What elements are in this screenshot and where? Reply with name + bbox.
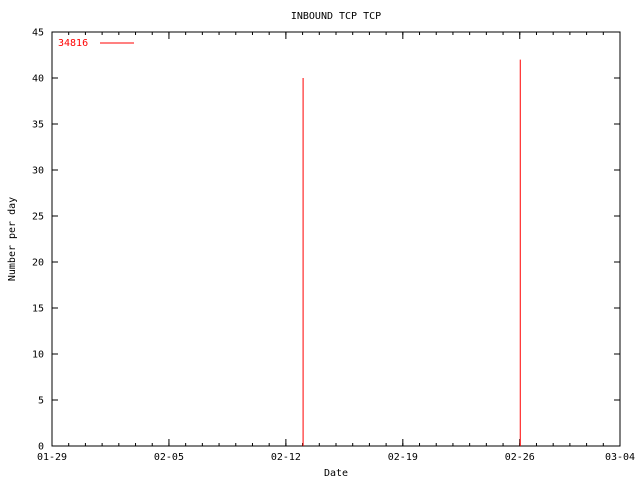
y-tick-label: 25 — [32, 212, 44, 223]
chart: INBOUND TCP TCP 01-29 02-05 02-12 02-19 02-2… — [7, 11, 635, 479]
chart-title: INBOUND TCP TCP — [291, 11, 381, 22]
y-tick-label: 10 — [32, 350, 44, 361]
y-tick-label: 35 — [32, 120, 44, 131]
x-minor-ticks — [51, 32, 621, 446]
legend-label: 34816 — [58, 38, 88, 49]
y-tick-label: 15 — [32, 304, 44, 315]
x-tick-label: 02-05 — [154, 452, 184, 463]
x-tick-label: 02-26 — [505, 452, 535, 463]
y-tick-label: 5 — [38, 396, 44, 407]
y-tick-label: 0 — [38, 442, 44, 453]
x-tick-label: 03-04 — [605, 452, 635, 463]
y-tick-label: 30 — [32, 166, 44, 177]
y-tick-label: 40 — [32, 74, 44, 85]
x-tick-label: 02-12 — [271, 452, 301, 463]
x-axis: 01-29 02-05 02-12 02-19 02-26 03-04 — [37, 32, 635, 463]
x-tick-label: 02-19 — [388, 452, 418, 463]
y-tick-label: 45 — [32, 28, 44, 39]
data-series — [302, 59, 521, 446]
x-tick-label: 01-29 — [37, 452, 67, 463]
legend: 34816 — [58, 38, 134, 49]
y-axis-label: Number per day — [7, 197, 18, 281]
x-axis-label: Date — [324, 468, 348, 479]
plot-frame — [51, 31, 621, 447]
y-axis: 0 5 10 15 20 25 30 35 40 45 — [32, 28, 620, 453]
y-tick-label: 20 — [32, 258, 44, 269]
